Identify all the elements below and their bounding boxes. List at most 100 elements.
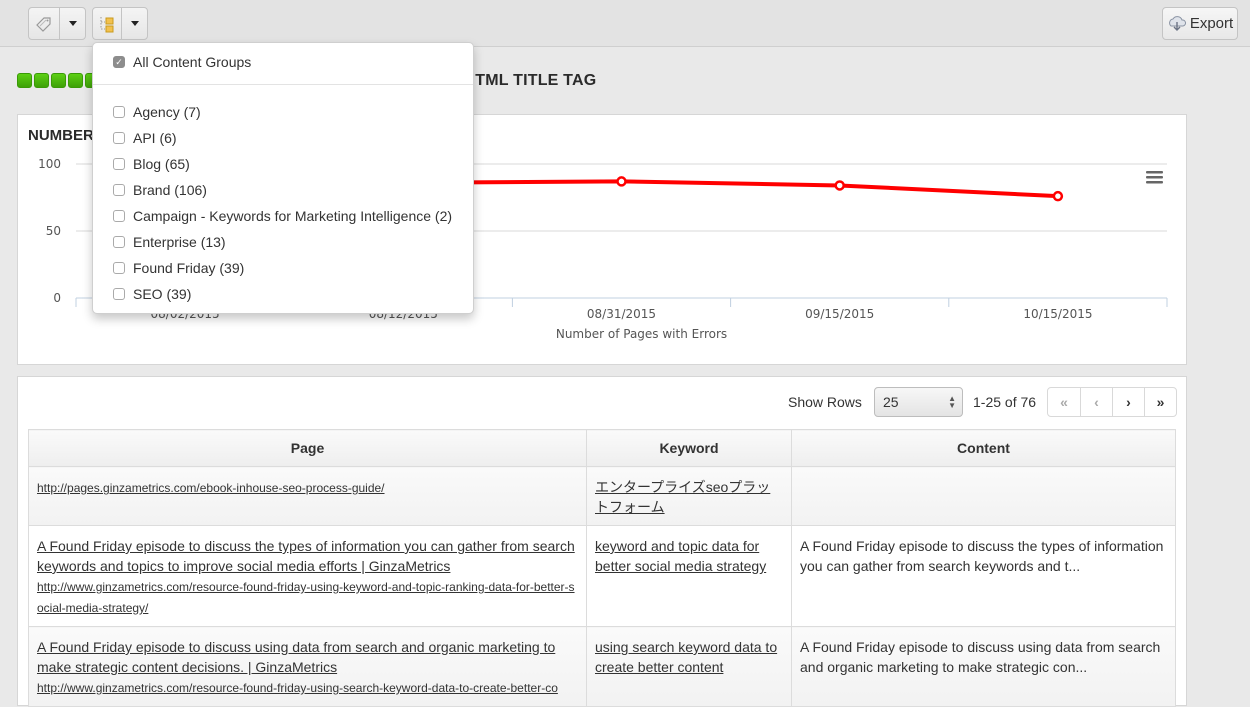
- export-button[interactable]: Export: [1162, 7, 1238, 40]
- rows-per-page-value: 25: [883, 394, 899, 410]
- y-tick-label: 50: [46, 224, 61, 238]
- table-header-row: Page Keyword Content: [28, 429, 1176, 467]
- y-tick-label: 100: [38, 157, 61, 171]
- page-url-link[interactable]: http://www.ginzametrics.com/resource-fou…: [37, 681, 558, 695]
- content-group-label: API (6): [133, 130, 177, 146]
- keyword-cell: using search keyword data to create bett…: [586, 626, 792, 707]
- content-group-option[interactable]: Campaign - Keywords for Marketing Intell…: [113, 203, 452, 229]
- pagination: « ‹ › »: [1047, 387, 1177, 417]
- content-group-option[interactable]: Brand (106): [113, 177, 452, 203]
- next-page-button[interactable]: ›: [1112, 388, 1144, 416]
- content-groups-button[interactable]: [93, 8, 121, 39]
- score-block: [51, 73, 66, 88]
- content-group-option[interactable]: Ungrouped Content: [113, 307, 452, 313]
- tag-button-group: [28, 7, 86, 40]
- checkbox[interactable]: [113, 106, 125, 118]
- keyword-link[interactable]: keyword and topic data for better social…: [595, 538, 766, 574]
- content-group-option[interactable]: Found Friday (39): [113, 255, 452, 281]
- data-point: [834, 180, 845, 191]
- column-header-content[interactable]: Content: [791, 429, 1176, 467]
- checkbox[interactable]: [113, 184, 125, 196]
- score-block: [34, 73, 49, 88]
- pages-table: Page Keyword Content http://pages.ginzam…: [28, 429, 1176, 707]
- tag-dropdown-toggle[interactable]: [59, 8, 85, 39]
- tag-icon: [36, 16, 51, 32]
- prev-page-button[interactable]: ‹: [1080, 388, 1112, 416]
- content-group-label: Agency (7): [133, 104, 201, 120]
- checkbox[interactable]: [113, 210, 125, 222]
- keyword-link[interactable]: using search keyword data to create bett…: [595, 639, 777, 675]
- y-tick-label: 0: [53, 291, 61, 305]
- score-indicator: [17, 73, 100, 88]
- last-page-button[interactable]: »: [1144, 388, 1176, 416]
- content-group-option[interactable]: Enterprise (13): [113, 229, 452, 255]
- content-group-option[interactable]: Blog (65): [113, 151, 452, 177]
- menu-bar: [1146, 176, 1163, 179]
- x-tick-label: 08/31/2015: [587, 307, 656, 321]
- first-page-button[interactable]: «: [1048, 388, 1080, 416]
- column-header-page[interactable]: Page: [28, 429, 587, 467]
- page-cell: A Found Friday episode to discuss using …: [28, 626, 587, 707]
- caret-down-icon: [130, 21, 139, 26]
- content-group-label: Blog (65): [133, 156, 190, 172]
- all-content-groups-label: All Content Groups: [133, 54, 252, 70]
- x-tick-label: 09/15/2015: [805, 307, 874, 321]
- content-groups-icon: [100, 16, 114, 32]
- toolbar: Export: [0, 0, 1250, 47]
- dropdown-divider: [93, 84, 473, 85]
- content-groups-dropdown-toggle[interactable]: [121, 8, 147, 39]
- checkbox[interactable]: [113, 132, 125, 144]
- rows-per-page-select[interactable]: 25 ▲ ▼: [874, 387, 963, 417]
- checkbox[interactable]: [113, 262, 125, 274]
- content-cell: [791, 466, 1176, 526]
- caret-down-icon: [68, 21, 77, 26]
- keyword-cell: エンタープライズseoプラットフォーム: [586, 466, 792, 526]
- content-group-label: Found Friday (39): [133, 260, 245, 276]
- data-point: [616, 176, 627, 187]
- keyword-link[interactable]: エンタープライズseoプラットフォーム: [595, 479, 770, 515]
- all-content-groups-option[interactable]: ✓ All Content Groups: [113, 54, 251, 70]
- content-groups-dropdown: ✓ All Content Groups Agency (7) API (6) …: [92, 42, 474, 314]
- checkbox-checked[interactable]: ✓: [113, 56, 125, 68]
- content-group-list: Agency (7) API (6) Blog (65) Brand (106)…: [113, 99, 452, 313]
- content-groups-button-group: [92, 7, 148, 40]
- x-axis-title: Number of Pages with Errors: [556, 327, 727, 341]
- tag-button[interactable]: [29, 8, 59, 39]
- score-block: [68, 73, 83, 88]
- table-panel: Show Rows 25 ▲ ▼ 1-25 of 76 « ‹ › » Page …: [17, 376, 1187, 707]
- content-group-option[interactable]: SEO (39): [113, 281, 452, 307]
- content-group-label: SEO (39): [133, 286, 192, 302]
- cloud-download-icon: [1168, 15, 1186, 31]
- table-row: http://pages.ginzametrics.com/ebook-inho…: [28, 466, 1176, 526]
- page-cell: http://pages.ginzametrics.com/ebook-inho…: [28, 466, 587, 526]
- content-group-label: Enterprise (13): [133, 234, 226, 250]
- keyword-cell: keyword and topic data for better social…: [586, 525, 792, 627]
- page-cell: A Found Friday episode to discuss the ty…: [28, 525, 587, 627]
- hamburger-menu-icon[interactable]: [1146, 171, 1163, 184]
- page-url-link[interactable]: http://www.ginzametrics.com/resource-fou…: [37, 580, 575, 615]
- page-url-link[interactable]: http://pages.ginzametrics.com/ebook-inho…: [37, 481, 385, 495]
- table-row: A Found Friday episode to discuss the ty…: [28, 525, 1176, 627]
- content-cell: A Found Friday episode to discuss using …: [791, 626, 1176, 707]
- checkbox[interactable]: [113, 288, 125, 300]
- menu-bar: [1146, 171, 1163, 174]
- score-block: [17, 73, 32, 88]
- page-title-link[interactable]: A Found Friday episode to discuss using …: [37, 639, 555, 675]
- menu-bar: [1146, 181, 1163, 184]
- content-group-option[interactable]: Agency (7): [113, 99, 452, 125]
- data-point: [1052, 190, 1064, 202]
- content-group-label: Ungrouped Content: [133, 312, 255, 313]
- content-cell: A Found Friday episode to discuss the ty…: [791, 525, 1176, 627]
- show-rows-label: Show Rows: [788, 394, 862, 410]
- page-title-link[interactable]: A Found Friday episode to discuss the ty…: [37, 538, 575, 574]
- x-tick-label: 10/15/2015: [1023, 307, 1092, 321]
- checkbox[interactable]: [113, 236, 125, 248]
- select-arrows-icon: ▲ ▼: [948, 394, 956, 410]
- checkbox[interactable]: [113, 158, 125, 170]
- content-group-label: Brand (106): [133, 182, 207, 198]
- content-group-option[interactable]: API (6): [113, 125, 452, 151]
- export-label: Export: [1189, 15, 1234, 32]
- column-header-keyword[interactable]: Keyword: [586, 429, 792, 467]
- table-row: A Found Friday episode to discuss using …: [28, 626, 1176, 707]
- content-group-label: Campaign - Keywords for Marketing Intell…: [133, 208, 453, 224]
